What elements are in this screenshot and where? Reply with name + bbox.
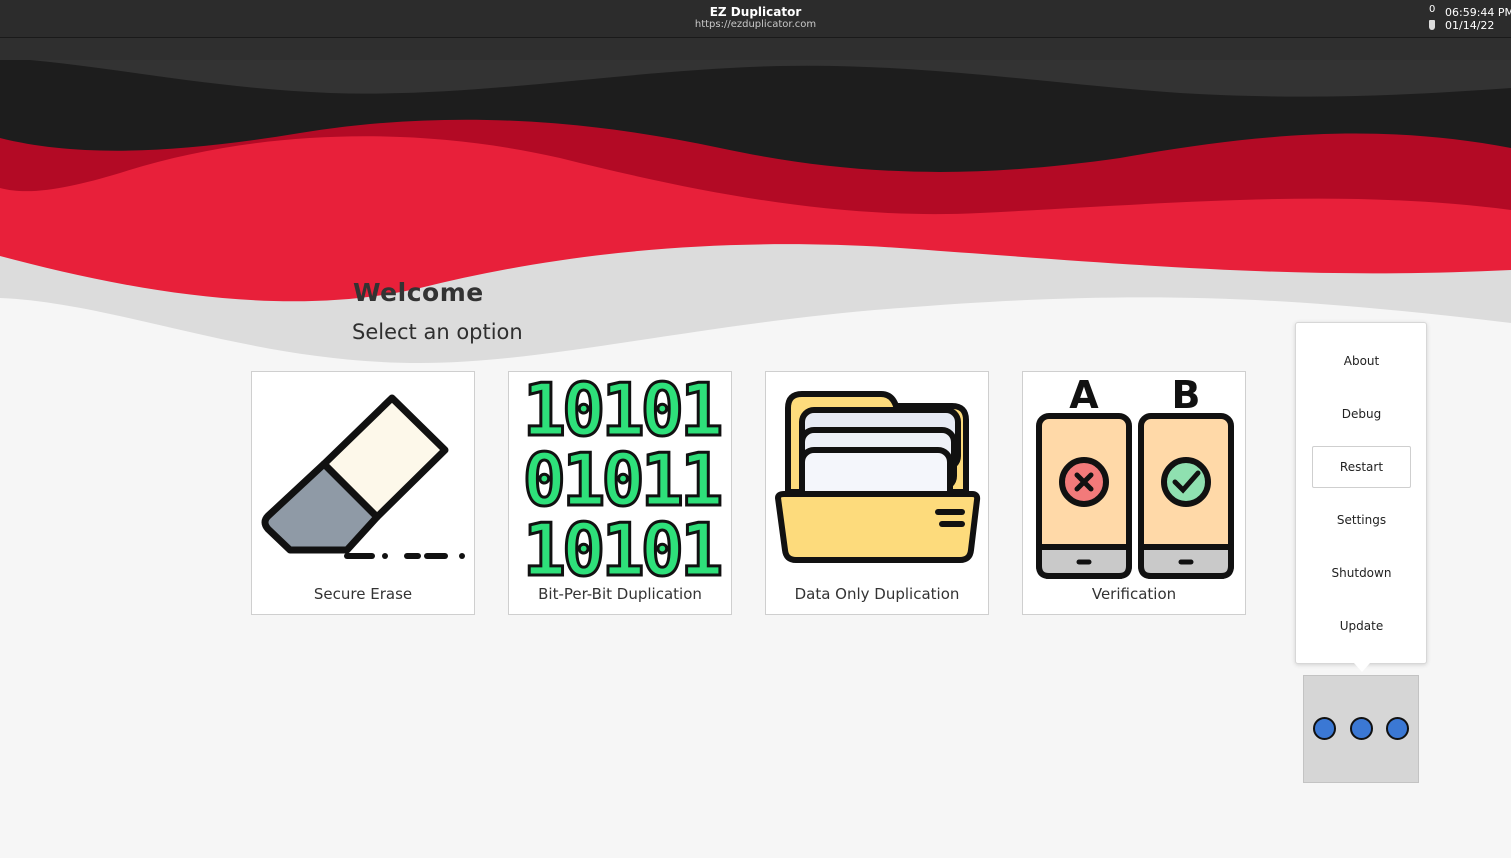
dot [1386,717,1409,740]
label-a: A [1069,373,1099,417]
device-count: 0 [1429,4,1436,15]
more-options-button[interactable] [1303,675,1419,783]
verification-card[interactable]: A B Verification [1022,371,1246,615]
title-bar: EZ Duplicator https://ezduplicator.com 0… [0,0,1511,38]
secure-erase-card[interactable]: Secure Erase [251,371,475,615]
dot [1350,717,1373,740]
secure-erase-label: Secure Erase [313,585,413,603]
label-b: B [1172,373,1201,417]
clock-time: 06:59:44 PM [1445,6,1511,19]
dot [1313,717,1336,740]
verification-label: Verification [1091,585,1177,603]
menu-item-update[interactable]: Update [1312,605,1411,647]
clock-date: 01/14/22 [1445,19,1495,32]
menu-caret [1354,663,1370,672]
system-tray: 0 06:59:44 PM 01/14/22 [1426,3,1511,35]
bit-per-bit-card[interactable]: 10101 01011 10101 Bit-Per-Bit Duplicatio… [508,371,732,615]
menu-item-debug[interactable]: Debug [1312,393,1411,435]
eraser-icon [261,394,465,559]
binary-icon: 10101 01011 10101 [521,372,725,587]
menu-item-restart[interactable]: Restart [1312,446,1411,488]
folder-icon [775,391,981,563]
data-only-label: Data Only Duplication [794,585,960,603]
phone-compare-icon: A B [1036,373,1234,579]
menu-item-shutdown[interactable]: Shutdown [1312,552,1411,594]
menu-item-about[interactable]: About [1312,340,1411,382]
select-option-subtitle: Select an option [352,320,523,344]
wave-banner [0,38,1511,368]
app-title: EZ Duplicator [709,5,802,19]
app-url: https://ezduplicator.com [694,19,817,30]
usb-drive-icon [1429,20,1435,30]
binary-row: 10101 [523,508,720,587]
options-menu: About Debug Restart Settings Shutdown Up… [1295,322,1427,664]
bit-per-bit-label: Bit-Per-Bit Duplication [538,585,702,603]
welcome-heading: Welcome [353,278,484,307]
menu-item-settings[interactable]: Settings [1312,499,1411,541]
data-only-card[interactable]: Data Only Duplication [765,371,989,615]
